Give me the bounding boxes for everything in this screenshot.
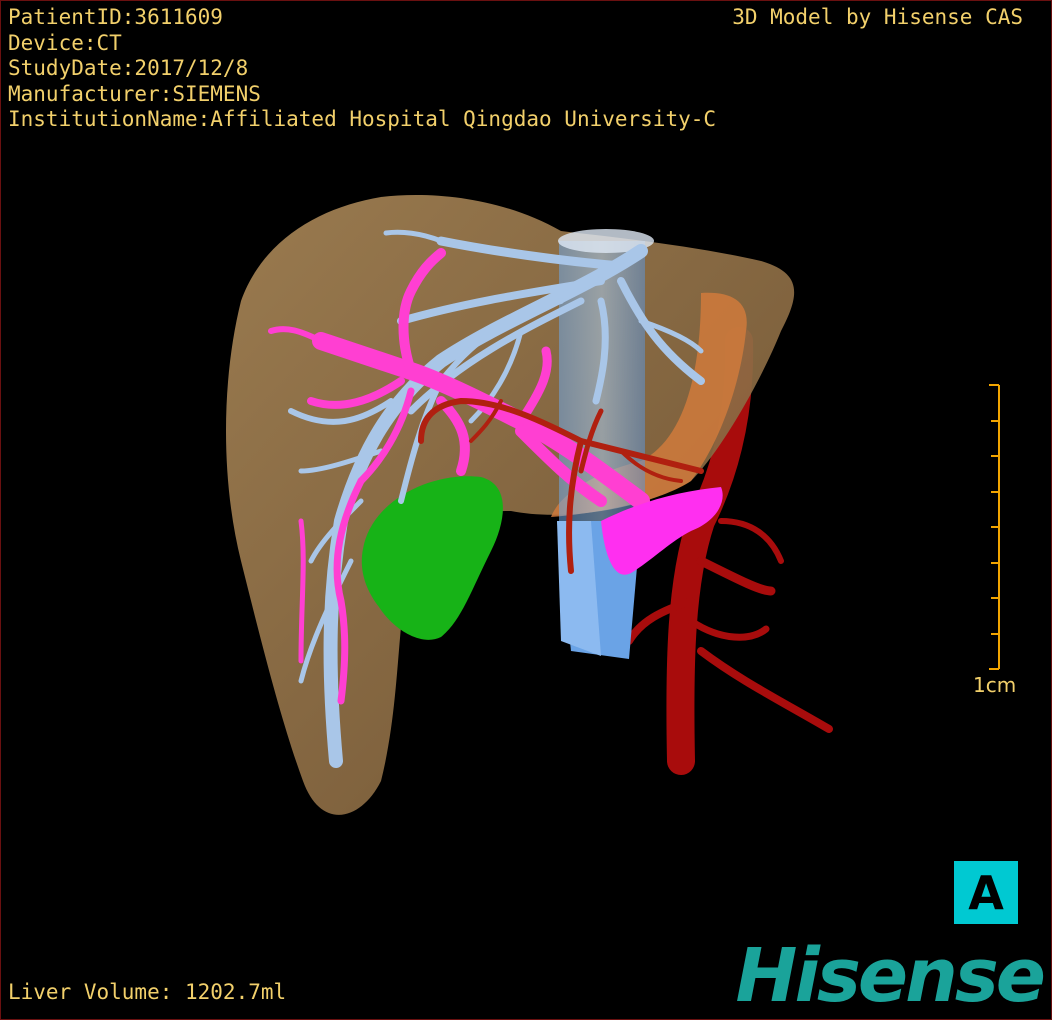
scale-bar (989, 384, 1000, 670)
study-date: StudyDate:2017/12/8 (8, 56, 249, 80)
scale-bar-label: 1cm (973, 673, 1017, 697)
institution-name: InstitutionName:Affiliated Hospital Qing… (8, 107, 717, 131)
hisense-logo: Hisense (735, 933, 1046, 1019)
liver-volume: Liver Volume: 1202.7ml (8, 979, 287, 1004)
render-viewport[interactable]: PatientID:3611609 Device:CT StudyDate:20… (0, 0, 1052, 1020)
manufacturer: Manufacturer:SIEMENS (8, 81, 261, 106)
patient-id: PatientID:3611609 (8, 5, 223, 29)
liver-3d-model[interactable] (1, 1, 1051, 1019)
model-credit: 3D Model by Hisense CAS (732, 5, 1023, 29)
device: Device:CT (8, 30, 122, 55)
dicom-metadata: PatientID:3611609 Device:CT StudyDate:20… (8, 5, 716, 133)
orientation-marker[interactable]: A (954, 861, 1018, 924)
